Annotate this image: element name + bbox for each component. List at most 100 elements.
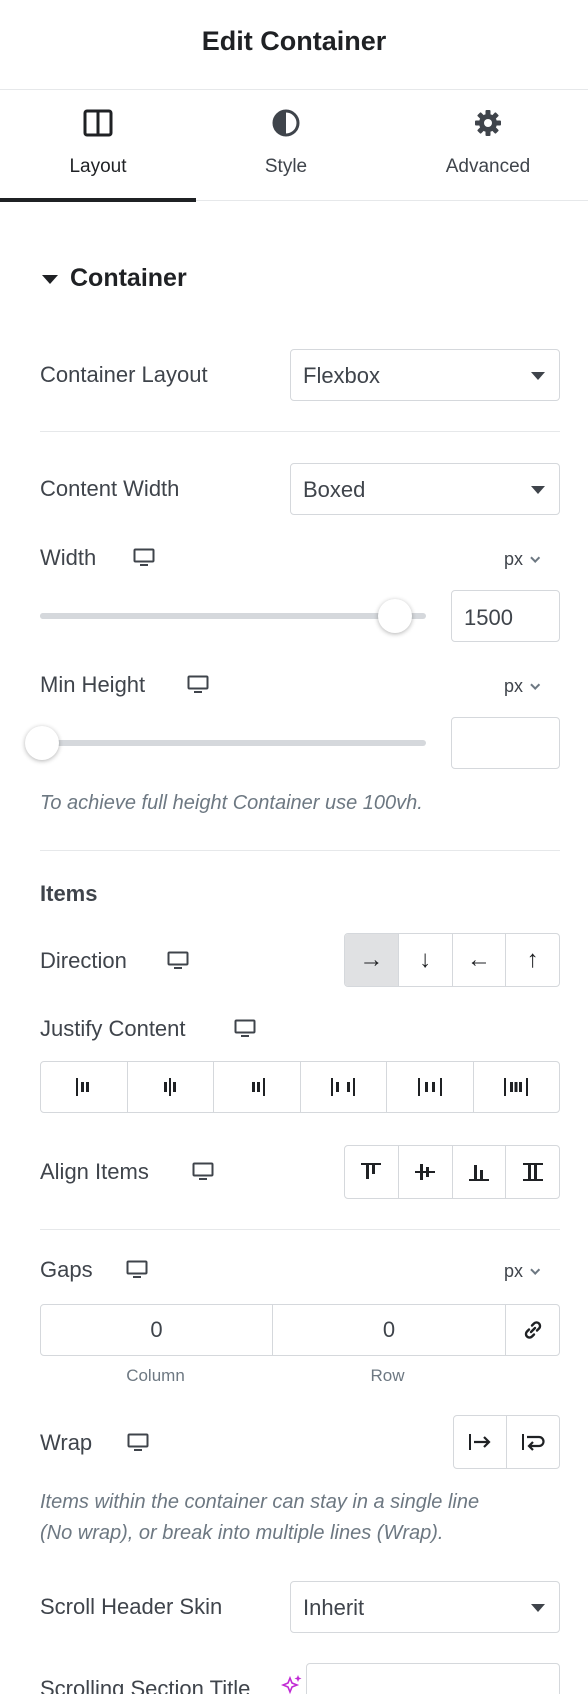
gap-row-caption: Row (370, 1366, 405, 1385)
gaps-unit-selector[interactable]: px (504, 1261, 541, 1282)
layout-columns-icon (81, 106, 115, 140)
justify-end-icon (246, 1076, 268, 1098)
direction-row-reverse-button[interactable]: ← (451, 934, 506, 986)
align-end-button[interactable] (451, 1146, 506, 1198)
desktop-icon[interactable] (133, 548, 155, 568)
justify-space-between-button[interactable] (299, 1062, 387, 1112)
desktop-icon[interactable] (167, 951, 189, 971)
tab-layout-label: Layout (69, 156, 127, 177)
dropdown-arrow-icon (531, 1604, 545, 1612)
chevron-down-icon (530, 680, 541, 690)
tab-style[interactable]: Style (196, 90, 376, 201)
direction-label: Direction (40, 948, 127, 973)
align-items-button-group (344, 1145, 560, 1199)
link-values-button[interactable] (505, 1305, 559, 1355)
sparkle-icon (281, 1674, 303, 1694)
active-tab-indicator (0, 198, 196, 202)
min-height-slider-handle[interactable] (25, 726, 59, 760)
divider (40, 1229, 560, 1230)
width-unit-selector[interactable]: px (504, 549, 541, 570)
align-stretch-button[interactable] (505, 1146, 559, 1198)
no-wrap-icon (467, 1431, 493, 1453)
content-width-label: Content Width (40, 476, 180, 501)
container-layout-select[interactable]: Flexbox (290, 349, 560, 401)
divider (40, 850, 560, 851)
align-start-button[interactable] (345, 1146, 398, 1198)
align-end-icon (467, 1161, 491, 1183)
wrap-button[interactable] (506, 1416, 559, 1468)
width-slider-track[interactable] (40, 613, 426, 619)
align-items-label: Align Items (40, 1159, 149, 1184)
arrow-down-icon: ↓ (419, 946, 432, 973)
gap-row-input[interactable]: 0 (272, 1305, 505, 1355)
chevron-down-icon (530, 553, 541, 563)
desktop-icon[interactable] (234, 1019, 256, 1039)
desktop-icon[interactable] (187, 675, 209, 695)
scroll-header-skin-label: Scroll Header Skin (40, 1594, 223, 1619)
justify-space-evenly-button[interactable] (472, 1062, 560, 1112)
tab-layout[interactable]: Layout (0, 90, 196, 202)
content-width-value: Boxed (303, 477, 366, 502)
justify-content-label: Justify Content (40, 1016, 186, 1041)
container-layout-value: Flexbox (303, 363, 381, 388)
scroll-header-skin-select[interactable]: Inherit (290, 1581, 560, 1633)
width-slider-fill (40, 613, 396, 619)
gap-row-value: 0 (382, 1317, 396, 1342)
justify-content-button-group (40, 1061, 560, 1113)
arrow-left-icon: ← (466, 946, 491, 973)
gap-column-caption: Column (126, 1366, 185, 1385)
min-height-slider-track[interactable] (40, 740, 426, 746)
content-width-select[interactable]: Boxed (290, 463, 560, 515)
justify-center-icon (159, 1076, 181, 1098)
justify-space-around-button[interactable] (386, 1062, 473, 1112)
min-height-unit: px (504, 676, 524, 696)
wrap-hint: Items within the container can stay in a… (40, 1487, 479, 1549)
min-height-input[interactable] (451, 717, 560, 769)
arrow-right-icon: → (359, 946, 384, 973)
scroll-header-skin-value: Inherit (303, 1595, 365, 1620)
contrast-icon (269, 106, 303, 140)
divider (40, 431, 560, 432)
dropdown-arrow-icon (531, 486, 545, 494)
gaps-unit: px (504, 1261, 524, 1281)
desktop-icon[interactable] (192, 1162, 214, 1182)
min-height-label: Min Height (40, 672, 146, 697)
justify-center-button[interactable] (126, 1062, 214, 1112)
justify-end-button[interactable] (213, 1062, 300, 1112)
caret-down-icon[interactable] (42, 275, 58, 284)
direction-button-group: → ↓ ← ↑ (344, 933, 560, 987)
direction-column-reverse-button[interactable]: ↑ (505, 934, 559, 986)
desktop-icon[interactable] (127, 1433, 149, 1453)
width-input[interactable]: 1500 (451, 590, 560, 642)
section-title[interactable]: Container (70, 264, 187, 293)
justify-start-button[interactable] (41, 1062, 127, 1112)
edit-container-panel: Edit Container Layout Style Advanced Con… (0, 0, 588, 1694)
align-stretch-icon (521, 1161, 545, 1183)
align-center-icon (413, 1161, 437, 1183)
tab-advanced[interactable]: Advanced (396, 90, 580, 201)
min-height-hint: To achieve full height Container use 100… (40, 792, 423, 814)
arrow-up-icon: ↑ (526, 946, 539, 973)
gap-column-value: 0 (150, 1317, 163, 1342)
panel-title: Edit Container (201, 26, 387, 56)
min-height-unit-selector[interactable]: px (504, 676, 541, 697)
wrap-hint-line-2: (No wrap), or break into multiple lines … (40, 1522, 444, 1544)
direction-row-button[interactable]: → (345, 934, 398, 986)
wrap-label: Wrap (40, 1430, 93, 1455)
scrolling-section-title-label: Scrolling Section Title (40, 1676, 251, 1694)
direction-column-button[interactable]: ↓ (397, 934, 452, 986)
no-wrap-button[interactable] (454, 1416, 506, 1468)
tab-bar: Layout Style Advanced (0, 90, 588, 202)
desktop-icon[interactable] (126, 1260, 148, 1280)
align-center-button[interactable] (397, 1146, 452, 1198)
width-label: Width (40, 545, 97, 570)
justify-space-evenly-icon (503, 1076, 529, 1098)
justify-space-between-icon (330, 1076, 356, 1098)
chevron-down-icon (530, 1265, 541, 1275)
width-slider-handle[interactable] (378, 599, 413, 633)
tab-style-label: Style (264, 156, 308, 177)
items-heading: Items (40, 881, 98, 906)
scrolling-section-title-input[interactable] (306, 1663, 560, 1694)
gap-column-input[interactable]: 0 (41, 1305, 272, 1355)
gaps-input-group: 0 0 (40, 1304, 560, 1356)
